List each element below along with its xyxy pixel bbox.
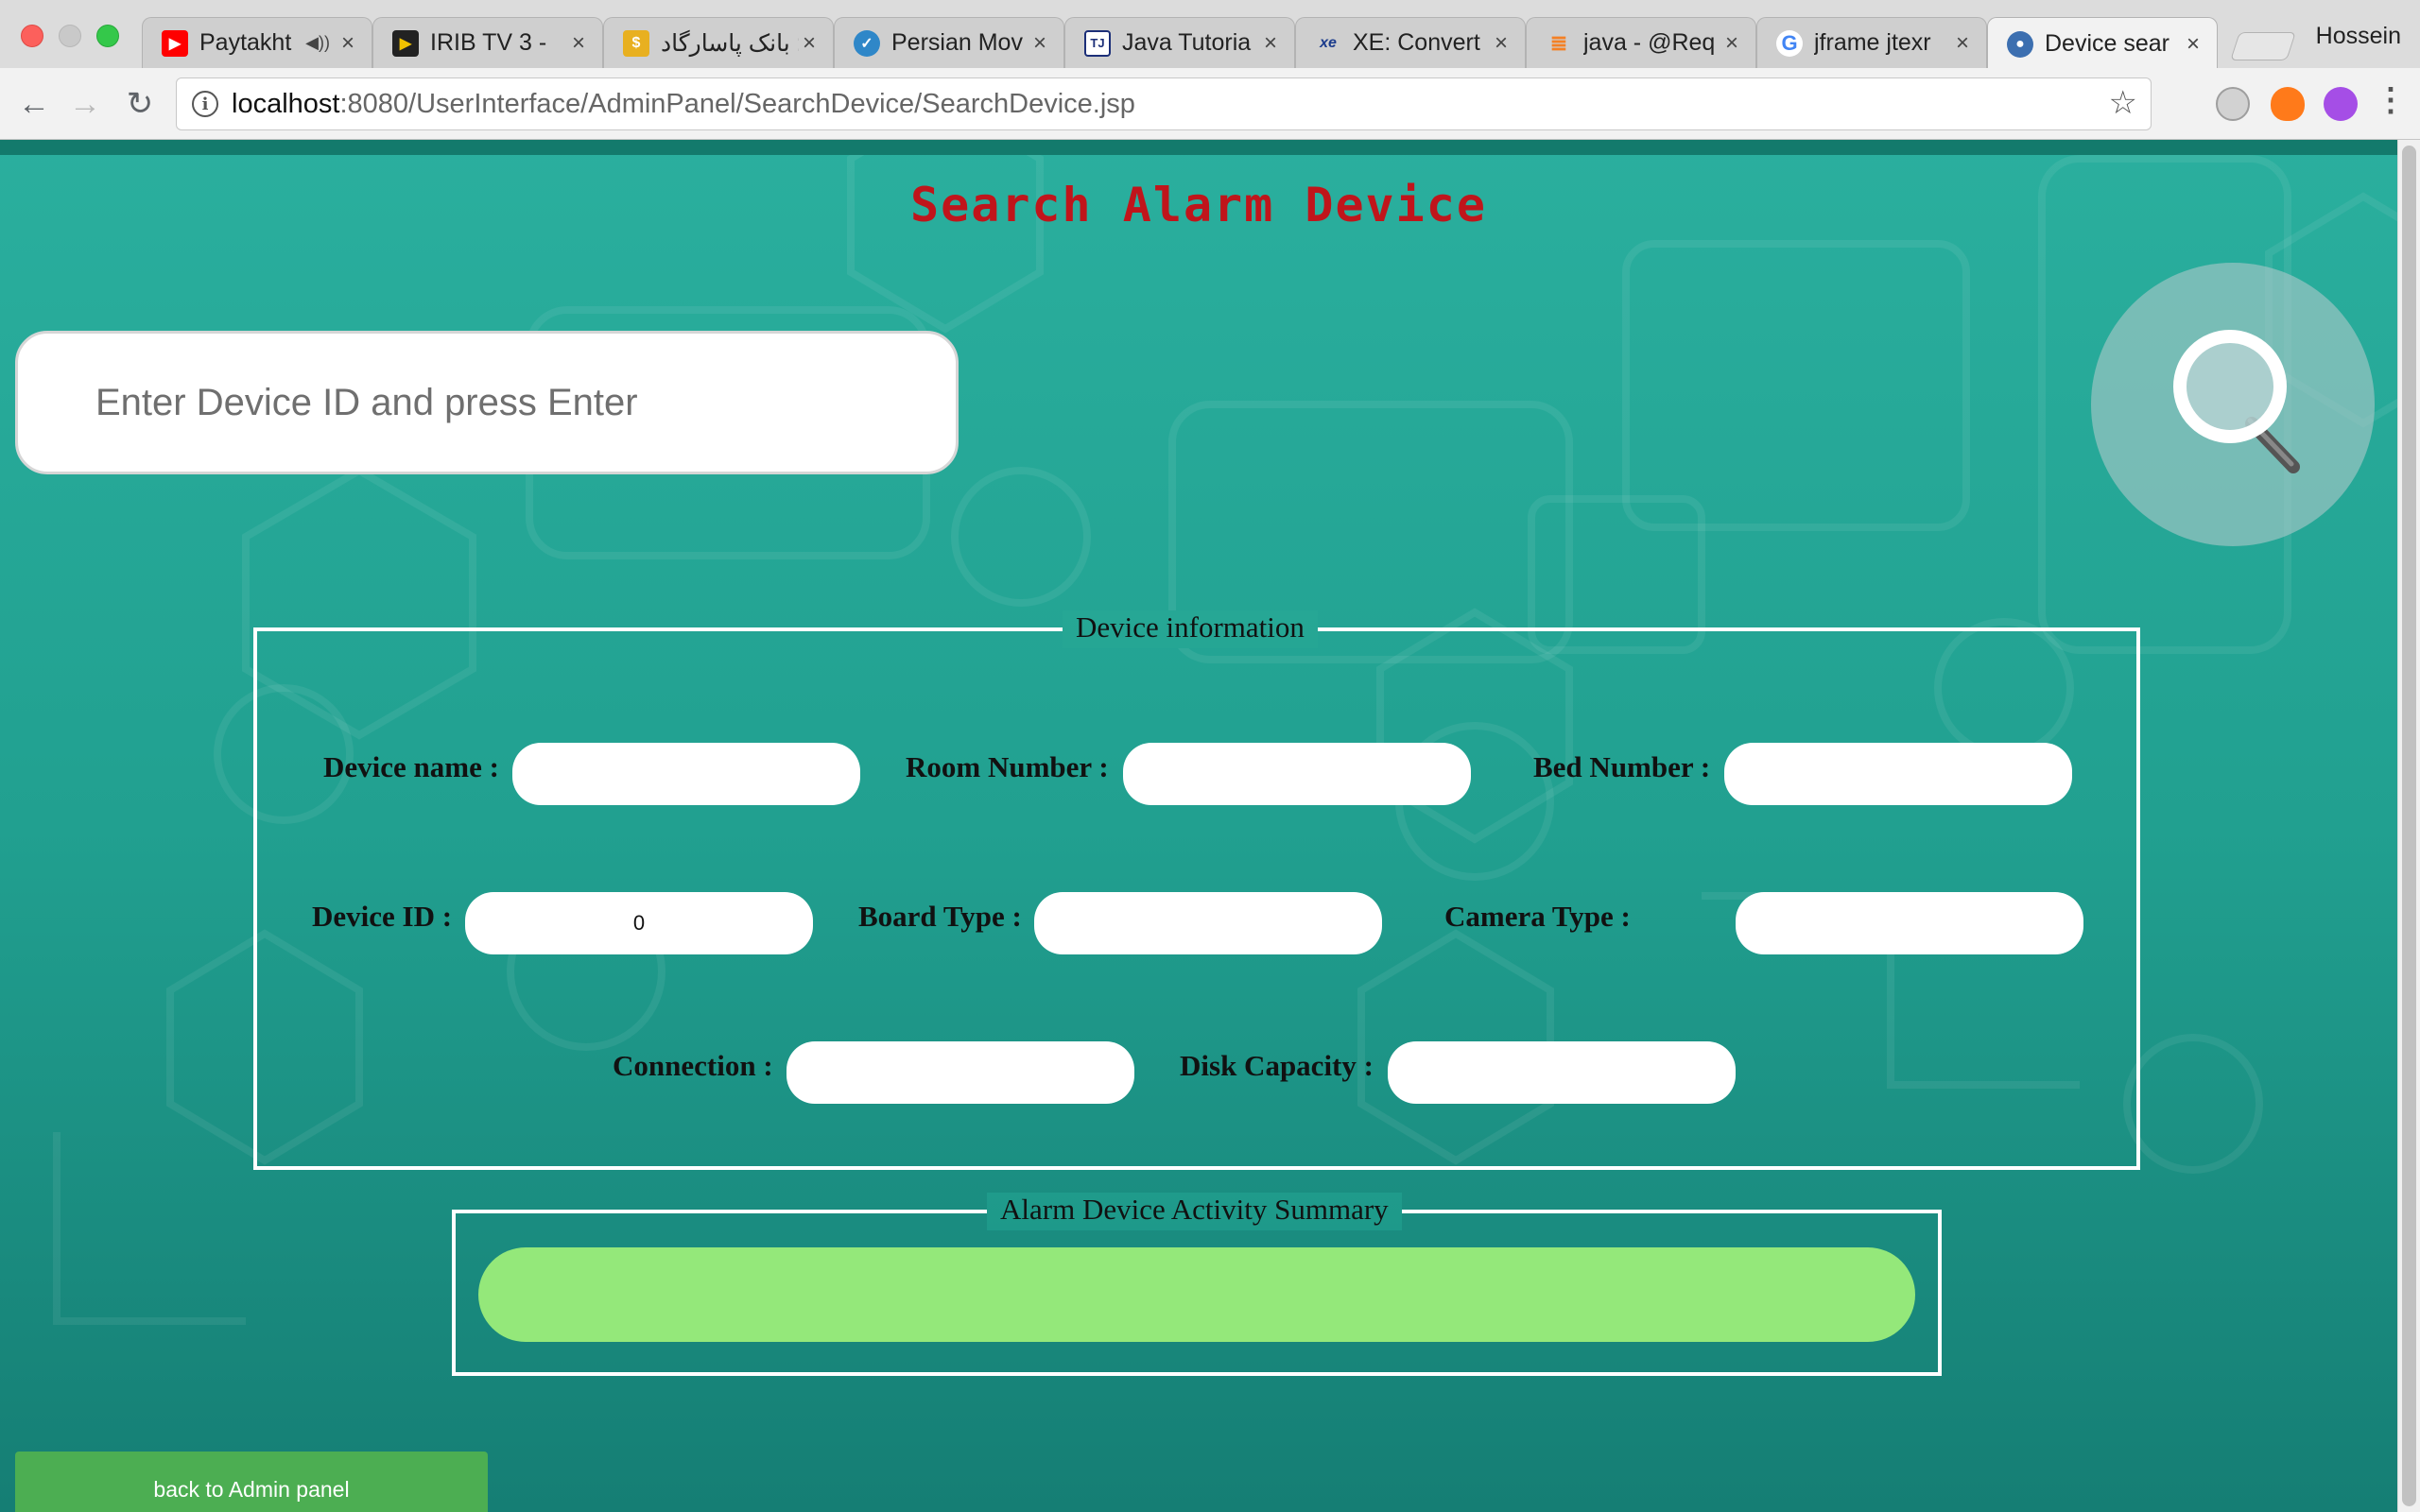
window-close-button[interactable] xyxy=(21,25,43,47)
magnifier-icon xyxy=(2173,330,2300,473)
device-id-field[interactable] xyxy=(465,892,813,954)
bird-icon: ✓ xyxy=(854,29,880,57)
google-icon: G xyxy=(1776,29,1803,57)
tab-title: بانک پاسارگاد :: xyxy=(661,29,799,57)
browser-tab[interactable]: xe XE: Convert × xyxy=(1295,17,1526,68)
bookmark-star-icon[interactable]: ☆ xyxy=(2109,84,2137,122)
tab-title: Device sear xyxy=(2045,30,2169,57)
browser-tab-strip: ▶ Paytakht ◀)) × ▶ IRIB TV 3 - × $ بانک … xyxy=(0,0,2420,70)
scrollbar-thumb[interactable] xyxy=(2402,146,2416,1506)
device-id-search-input[interactable] xyxy=(15,331,959,474)
close-tab-icon[interactable]: × xyxy=(1721,30,1742,57)
fire-extension-icon[interactable] xyxy=(2271,87,2305,121)
bed-number-label: Bed Number : xyxy=(1533,750,1711,783)
disk-capacity-label: Disk Capacity : xyxy=(1180,1049,1374,1082)
activity-summary-fieldset: Alarm Device Activity Summary xyxy=(452,1193,1942,1376)
tab-title: XE: Convert xyxy=(1353,29,1480,56)
youtube-icon: ▶ xyxy=(162,29,188,57)
room-number-label: Room Number : xyxy=(906,750,1109,783)
tab-title: IRIB TV 3 - xyxy=(430,29,547,56)
globe-extension-icon[interactable] xyxy=(2216,87,2250,121)
page-title: Search Alarm Device xyxy=(910,178,1487,232)
browser-tab[interactable]: TJ Java Tutoria × xyxy=(1064,17,1295,68)
page-viewport: Search Alarm Device Device information D… xyxy=(0,140,2420,1512)
browser-toolbar: ← → ↻ i localhost:8080/UserInterface/Adm… xyxy=(0,68,2420,140)
profile-name[interactable]: Hossein xyxy=(2316,23,2401,50)
back-arrow-icon[interactable]: ← xyxy=(11,81,57,127)
window-zoom-button[interactable] xyxy=(96,25,119,47)
camera-type-label: Camera Type : xyxy=(1444,900,1631,933)
browser-tab[interactable]: ✓ Persian Mov × xyxy=(834,17,1064,68)
close-tab-icon[interactable]: × xyxy=(1029,30,1050,57)
play-icon: ▶ xyxy=(392,29,419,57)
browser-tab[interactable]: G jframe jtexr × xyxy=(1756,17,1987,68)
url-text[interactable]: localhost:8080/UserInterface/AdminPanel/… xyxy=(232,89,1135,120)
browser-tab[interactable]: $ بانک پاسارگاد :: × xyxy=(603,17,834,68)
tab-title: Java Tutoria xyxy=(1122,29,1252,56)
tab-title: jframe jtexr xyxy=(1814,29,1931,56)
device-information-legend: Device information xyxy=(1063,610,1318,648)
board-type-label: Board Type : xyxy=(858,900,1022,933)
close-tab-icon[interactable]: × xyxy=(1260,30,1281,57)
room-number-field[interactable] xyxy=(1123,743,1471,805)
browser-tab[interactable]: ≣ java - @Req × xyxy=(1526,17,1756,68)
browser-tab[interactable]: ▶ Paytakht ◀)) × xyxy=(142,17,372,68)
tab-title: Persian Mov xyxy=(891,29,1023,56)
close-tab-icon[interactable]: × xyxy=(799,30,820,57)
close-tab-icon[interactable]: × xyxy=(337,30,358,57)
mask-extension-icon[interactable] xyxy=(2324,87,2358,121)
device-id-label: Device ID : xyxy=(312,900,453,933)
browser-tab-active[interactable]: ● Device sear × xyxy=(1987,17,2218,70)
header-stripe xyxy=(0,140,2397,155)
connection-label: Connection : xyxy=(613,1049,773,1082)
new-tab-button[interactable] xyxy=(2230,32,2296,60)
page-scrollbar[interactable] xyxy=(2397,140,2420,1512)
board-type-field[interactable] xyxy=(1034,892,1382,954)
speaker-icon[interactable]: ◀)) xyxy=(305,33,330,53)
stackoverflow-icon: ≣ xyxy=(1549,30,1568,55)
reload-icon[interactable]: ↻ xyxy=(117,81,163,127)
connection-field[interactable] xyxy=(786,1041,1134,1104)
device-information-fieldset: Device information Device name : Room Nu… xyxy=(253,610,2140,1170)
forward-arrow-icon[interactable]: → xyxy=(62,81,108,127)
camera-type-field[interactable] xyxy=(1736,892,2083,954)
url-path: :8080/UserInterface/AdminPanel/SearchDev… xyxy=(339,88,1135,119)
browser-tab[interactable]: ▶ IRIB TV 3 - × xyxy=(372,17,603,68)
back-to-admin-panel-button[interactable]: back to Admin panel xyxy=(15,1452,488,1512)
bank-icon: $ xyxy=(623,29,649,57)
disk-capacity-field[interactable] xyxy=(1388,1041,1736,1104)
xe-icon: xe xyxy=(1320,34,1337,51)
close-tab-icon[interactable]: × xyxy=(568,30,589,57)
device-name-field[interactable] xyxy=(512,743,860,805)
tab-title: Paytakht xyxy=(199,29,292,56)
search-button[interactable] xyxy=(2091,263,2375,546)
info-icon[interactable]: i xyxy=(192,91,218,117)
java-tutorial-icon: TJ xyxy=(1084,29,1111,57)
address-bar[interactable]: i localhost:8080/UserInterface/AdminPane… xyxy=(176,77,2152,130)
admin-user-icon: ● xyxy=(2007,30,2033,58)
url-host: localhost xyxy=(232,88,340,119)
tab-title: java - @Req xyxy=(1583,29,1716,56)
close-tab-icon[interactable]: × xyxy=(1491,30,1512,57)
browser-menu-icon[interactable]: ⋮ xyxy=(2375,81,2407,119)
close-tab-icon[interactable]: × xyxy=(2183,31,2204,58)
activity-summary-legend: Alarm Device Activity Summary xyxy=(987,1193,1402,1230)
bed-number-field[interactable] xyxy=(1724,743,2072,805)
activity-summary-bar xyxy=(478,1247,1915,1342)
close-tab-icon[interactable]: × xyxy=(1952,30,1973,57)
device-name-label: Device name : xyxy=(323,750,499,783)
window-minimize-button[interactable] xyxy=(59,25,81,47)
